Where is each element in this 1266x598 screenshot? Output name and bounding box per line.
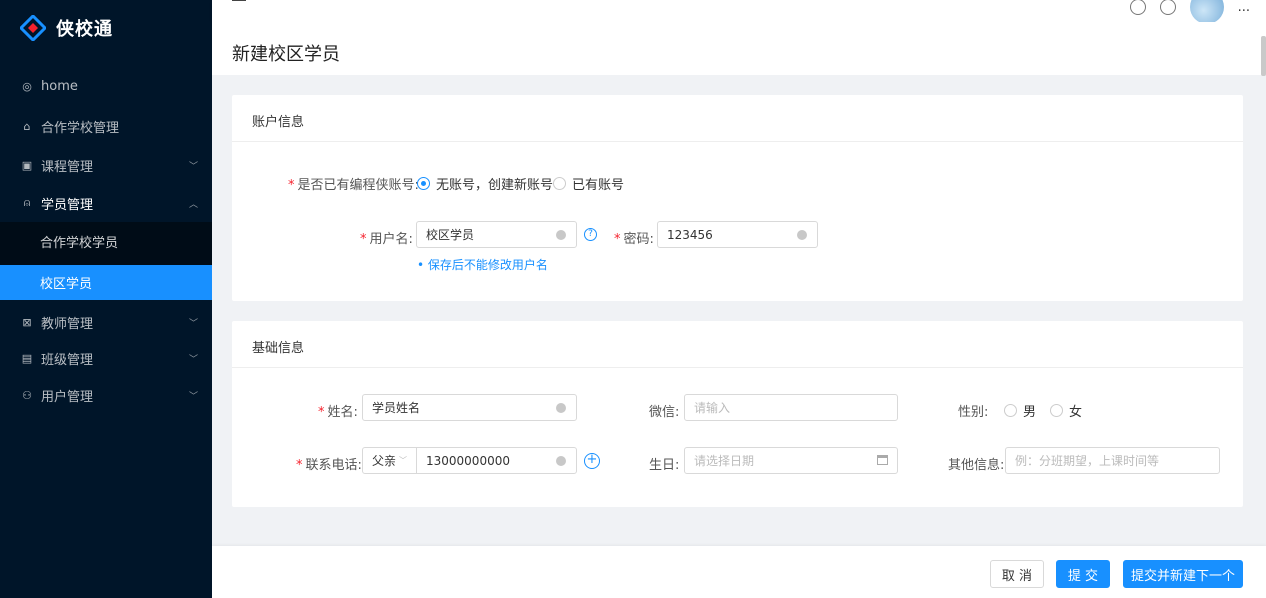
sidebar-item-student-management[interactable]: ⍝ 学员管理 ︿ xyxy=(0,184,212,222)
sidebar-item-label: 用户管理 xyxy=(41,389,94,405)
sidebar-item-class-management[interactable]: ▤ 班级管理 ﹀ xyxy=(0,339,212,377)
page-header: 新建校区学员 xyxy=(212,22,1266,75)
phone-input[interactable]: 13000000000 xyxy=(416,447,577,474)
radio-unchecked-icon xyxy=(1004,404,1017,417)
radio-gender-male[interactable]: 男 xyxy=(1004,401,1036,420)
card-title: 账户信息 xyxy=(252,115,305,130)
header-actions: ... xyxy=(1129,0,1250,24)
header-username[interactable]: ... xyxy=(1238,0,1250,15)
page-title: 新建校区学员 xyxy=(232,44,340,65)
name-label: * 姓名: xyxy=(318,405,358,420)
chevron-down-icon: ﹀ xyxy=(188,161,198,172)
chevron-up-icon: ︿ xyxy=(188,199,198,210)
sidebar-item-label: 班级管理 xyxy=(41,352,94,368)
username-input[interactable]: 校区学员 xyxy=(416,221,577,248)
gender-label: 性别: xyxy=(958,405,989,420)
app-logo[interactable]: 侠校通 xyxy=(20,14,113,42)
divider xyxy=(232,367,1243,368)
top-header: ... xyxy=(212,0,1266,24)
school-icon: ⌂ xyxy=(23,119,31,133)
sidebar-item-school-management[interactable]: ⌂ 合作学校管理 xyxy=(0,107,212,145)
radio-gender-female[interactable]: 女 xyxy=(1050,401,1082,420)
wechat-label: 微信: xyxy=(649,405,680,420)
radio-no-account[interactable]: 无账号，创建新账号 xyxy=(417,174,553,193)
student-icon: ⍝ xyxy=(23,196,31,209)
sidebar-item-label: 课程管理 xyxy=(41,159,94,175)
chevron-down-icon: ﹀ xyxy=(399,456,408,465)
chevron-down-icon: ﹀ xyxy=(188,354,198,365)
help-icon[interactable] xyxy=(1159,0,1176,15)
required-mark: * xyxy=(296,458,303,473)
required-mark: * xyxy=(318,405,325,420)
cancel-button[interactable]: 取 消 xyxy=(990,560,1044,588)
divider xyxy=(232,141,1243,142)
radio-unchecked-icon xyxy=(1050,404,1063,417)
sidebar-subitem-campus-students[interactable]: 校区学员 xyxy=(0,265,212,300)
logo-icon xyxy=(20,15,46,41)
sidebar-item-course-management[interactable]: ▣ 课程管理 ﹀ xyxy=(0,146,212,184)
sidebar-item-user-management[interactable]: ⚇ 用户管理 ﹀ xyxy=(0,376,212,414)
other-info-input[interactable]: 例：分班期望，上课时间等 xyxy=(1005,447,1220,474)
radio-label: 男 xyxy=(1023,405,1037,420)
student-submenu: 合作学校学员 校区学员 xyxy=(0,222,212,300)
birthday-label: 生日: xyxy=(649,458,680,473)
radio-unchecked-icon xyxy=(553,177,566,190)
app-name: 侠校通 xyxy=(56,19,113,40)
scrollbar[interactable] xyxy=(1261,36,1266,76)
phone-label: * 联系电话: xyxy=(296,458,362,473)
radio-label: 无账号，创建新账号 xyxy=(436,178,554,193)
radio-checked-icon xyxy=(417,177,430,190)
required-mark: * xyxy=(614,232,621,247)
username-hint: • 保存后不能修改用户名 xyxy=(417,258,548,272)
sidebar-subitem-partner-students[interactable]: 合作学校学员 xyxy=(0,224,212,259)
required-mark: * xyxy=(288,178,295,193)
other-info-label: 其他信息: xyxy=(948,458,1005,473)
notification-icon[interactable] xyxy=(1129,0,1146,15)
birthday-picker[interactable]: 请选择日期 xyxy=(684,447,898,474)
user-icon: ⚇ xyxy=(22,388,32,402)
name-input[interactable]: 学员姓名 xyxy=(362,394,577,421)
avatar[interactable] xyxy=(1189,0,1224,24)
sidebar-item-teacher-management[interactable]: ⊠ 教师管理 ﹀ xyxy=(0,303,212,341)
teacher-icon: ⊠ xyxy=(22,315,32,329)
sidebar-item-label: home xyxy=(41,78,78,94)
password-input[interactable]: 123456 xyxy=(657,221,818,248)
calendar-icon xyxy=(877,455,888,465)
basic-info-card: 基础信息 * 姓名: 学员姓名 微信: 请输入 性别: 男 女 * 联系电话: 父亲… xyxy=(232,321,1243,507)
sidebar-item-label: 校区学员 xyxy=(40,277,93,292)
radio-label: 已有账号 xyxy=(572,178,625,193)
course-icon: ▣ xyxy=(21,158,33,172)
username-label: * 用户名: xyxy=(360,232,413,247)
sidebar-item-label: 学员管理 xyxy=(41,197,94,213)
form-footer: 取 消 提 交 提交并新建下一个 xyxy=(212,546,1266,598)
radio-has-account[interactable]: 已有账号 xyxy=(553,174,624,193)
question-icon[interactable]: ? xyxy=(584,228,597,241)
home-icon: ◎ xyxy=(22,79,32,93)
submit-and-new-button[interactable]: 提交并新建下一个 xyxy=(1123,560,1243,588)
card-title: 基础信息 xyxy=(252,341,305,356)
relation-select[interactable]: 父亲 ﹀ xyxy=(362,447,417,474)
clear-icon[interactable] xyxy=(556,403,566,413)
sidebar-item-home[interactable]: ◎ home xyxy=(0,67,212,105)
radio-label: 女 xyxy=(1069,405,1083,420)
chevron-down-icon: ﹀ xyxy=(188,318,198,329)
sidebar-item-label: 教师管理 xyxy=(41,316,94,332)
account-info-card: 账户信息 * 是否已有编程侠账号: 无账号，创建新账号 已有账号 * 用户名: 校区… xyxy=(232,95,1243,301)
add-phone-icon[interactable]: + xyxy=(584,453,600,469)
sidebar: 侠校通 ◎ home ⌂ 合作学校管理 ▣ 课程管理 ﹀ ⍝ 学员管理 ︿ 合作… xyxy=(0,0,212,598)
clear-icon[interactable] xyxy=(556,230,566,240)
password-label: * 密码: xyxy=(614,232,654,247)
menu-toggle-icon[interactable] xyxy=(232,0,246,4)
clear-icon[interactable] xyxy=(797,230,807,240)
wechat-input[interactable]: 请输入 xyxy=(684,394,898,421)
chevron-down-icon: ﹀ xyxy=(188,391,198,402)
required-mark: * xyxy=(360,232,367,247)
submit-button[interactable]: 提 交 xyxy=(1056,560,1110,588)
has-account-label: * 是否已有编程侠账号: xyxy=(288,178,419,193)
class-icon: ▤ xyxy=(21,351,33,365)
sidebar-item-label: 合作学校管理 xyxy=(41,120,120,136)
sidebar-item-label: 合作学校学员 xyxy=(40,236,119,251)
clear-icon[interactable] xyxy=(556,456,566,466)
